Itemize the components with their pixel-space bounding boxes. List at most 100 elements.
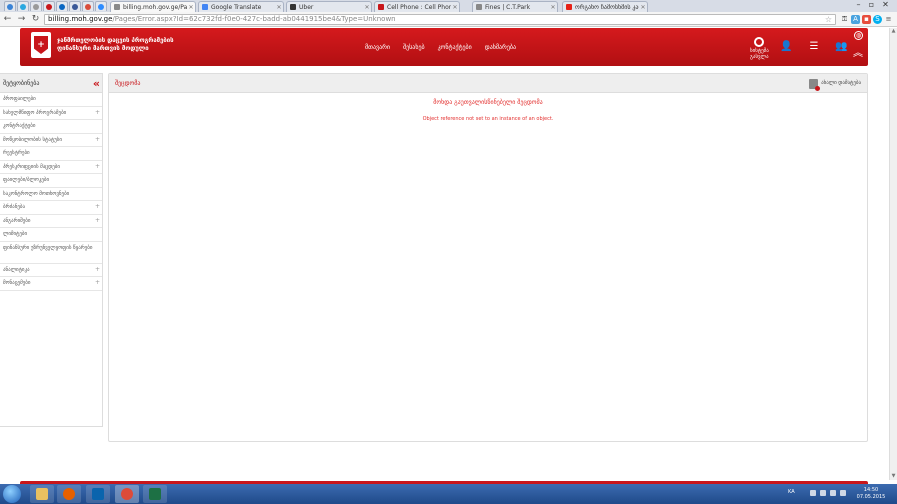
site-header: + ჯანმრთელობის დაცვის პროგრამების ფინანს… [20, 28, 868, 66]
sidebar-item-contracts[interactable]: კონტრაქტები [0, 120, 102, 134]
nav-contacts[interactable]: კონტაქტები [438, 44, 472, 51]
tab-billing[interactable]: billing.moh.gov.ge/Pages/ ✕ [110, 1, 196, 12]
outlook-icon [92, 488, 104, 500]
sidebar-item-prescriptions[interactable]: პრესკრიფციის მაცდები + [0, 161, 102, 174]
tab-uber[interactable]: Uber ✕ [286, 1, 372, 12]
page-scrollbar[interactable]: ▲ ▼ [889, 28, 897, 480]
user-list-icon[interactable]: ☰ [808, 41, 820, 53]
sidebar-item-profiles[interactable]: პროფაილები [0, 93, 102, 107]
close-tab-icon[interactable]: ✕ [363, 4, 371, 11]
expand-icon[interactable]: + [95, 277, 100, 290]
expand-icon[interactable]: + [95, 134, 100, 147]
close-tab-icon[interactable]: ✕ [187, 4, 195, 11]
sidebar-item-label: პრესკრიფციის მაცდები [3, 163, 60, 170]
pinned-tab-8[interactable] [95, 1, 107, 11]
pinned-tab-2[interactable] [17, 1, 29, 11]
google-translate-icon [202, 4, 208, 10]
pinned-tab-3[interactable] [30, 1, 42, 11]
expand-icon[interactable]: + [95, 107, 100, 120]
close-tab-icon[interactable]: ✕ [639, 4, 647, 11]
pinned-tab-icon [72, 3, 78, 10]
reload-icon[interactable]: ↻ [30, 14, 41, 25]
panel-title: შეცდომა [115, 80, 141, 87]
sidebar-item-label: რეესტრები [3, 150, 30, 156]
sidebar-item-data[interactable]: მონაცემები + [0, 277, 102, 291]
sidebar-item-state-programs[interactable]: სახელმწიფო პროგრამები + [0, 107, 102, 120]
expand-icon[interactable]: + [95, 201, 100, 214]
clock-date: 07.05.2015 [856, 494, 886, 500]
address-bar[interactable]: billing.moh.gov.ge/Pages/Error.aspx?Id=6… [44, 14, 836, 25]
sidebar-item-analytics[interactable]: ანალიტიკა + [0, 264, 102, 277]
pinned-tab-7[interactable] [82, 1, 94, 11]
sidebar-item-reports[interactable]: ანგარიშები + [0, 215, 102, 228]
tab-cell-phone[interactable]: Cell Phone : Cell Phones ✕ [374, 1, 460, 12]
tab-title: Cell Phone : Cell Phones [387, 3, 451, 11]
system-clock[interactable]: 14:50 07.05.2015 [855, 487, 887, 501]
sidebar-item-registries[interactable]: რეესტრები [0, 147, 102, 161]
scroll-down-icon[interactable]: ▼ [890, 473, 897, 480]
sidebar-item-label: სახელმწიფო პროგრამები [3, 109, 67, 116]
sidebar-item-label: კონტრაქტები [3, 123, 36, 129]
url-host: billing.moh.gov.ge [48, 15, 113, 23]
sidebar-item-limits[interactable]: ლიმიტები [0, 228, 102, 242]
collapse-sidebar-icon[interactable]: « [93, 74, 100, 93]
scroll-up-icon[interactable]: ▲ [890, 28, 897, 35]
taskbar-app-excel[interactable] [143, 485, 167, 503]
network-icon[interactable] [830, 490, 836, 496]
tab-youtube[interactable]: ორგანო ჩამოსხმის კარეო ✕ [562, 1, 648, 12]
sidebar-item-control-requests[interactable]: საკონტროლო მოთხოვნები [0, 188, 102, 201]
close-tab-icon[interactable]: ✕ [451, 4, 459, 11]
skype-icon[interactable]: S [873, 15, 882, 24]
ministry-logo[interactable]: + [31, 32, 51, 58]
tab-google-translate[interactable]: Google Translate ✕ [198, 1, 284, 12]
expand-icon[interactable]: + [95, 161, 100, 174]
tab-fines[interactable]: Fines | C.T.Park ✕ [472, 1, 558, 12]
pinned-tab-1[interactable] [4, 1, 16, 11]
volume-icon[interactable] [840, 490, 846, 496]
tray-expand-icon[interactable] [810, 490, 816, 496]
sidebar-item-label: პროფაილები [3, 96, 36, 102]
pinned-tab-5[interactable] [56, 1, 68, 11]
menu-icon[interactable]: ≡ [884, 15, 893, 24]
language-globe-icon[interactable]: ◍ [854, 31, 863, 40]
pinned-tab-6[interactable] [69, 1, 81, 11]
back-icon[interactable]: ← [2, 14, 13, 25]
sidebar-item-device-status[interactable]: მოწყობილობის სტატუსი + [0, 134, 102, 147]
taskbar-app-outlook[interactable] [86, 485, 110, 503]
folder-icon [36, 488, 48, 500]
collapse-header-icon[interactable]: ︽ [853, 49, 863, 59]
sidebar-item-label: ლიმიტები [3, 231, 28, 237]
start-button-icon[interactable] [3, 485, 21, 503]
tray-app-icon[interactable] [820, 490, 826, 496]
close-window-icon[interactable]: ✕ [880, 1, 891, 9]
add-new-button[interactable]: ახალი დამატება [809, 74, 861, 93]
input-language[interactable]: KA [788, 489, 795, 495]
sidebar-item-label: მონაცემები [3, 280, 31, 286]
restore-window-icon[interactable]: ▫ [866, 1, 877, 9]
taskbar-app-chrome[interactable] [115, 485, 139, 503]
extension-translate-icon[interactable]: A [851, 15, 860, 24]
user-menu[interactable]: სისტემა გასვლა [750, 37, 769, 60]
taskbar-app-firefox[interactable] [57, 485, 81, 503]
minimize-window-icon[interactable]: – [853, 1, 864, 9]
close-tab-icon[interactable]: ✕ [549, 4, 557, 11]
extension-key-icon[interactable]: ⚿ [840, 15, 849, 24]
bookmark-star-icon[interactable]: ☆ [825, 15, 832, 24]
sidebar-title: შეტყობინება [3, 80, 40, 87]
sidebar-item-funding-sources[interactable]: ფინანსური უზრუნველყოფის წყარები [0, 242, 102, 264]
taskbar-app-explorer[interactable] [30, 485, 54, 503]
forward-icon[interactable]: → [16, 14, 27, 25]
panel-header: შეცდომა ახალი დამატება [109, 74, 867, 93]
pinned-tab-4[interactable] [43, 1, 55, 11]
user-icon[interactable]: 👤 [780, 41, 792, 53]
nav-help[interactable]: დახმარება [485, 44, 516, 51]
users-icon[interactable]: 👥 [835, 41, 847, 53]
sidebar-item-orders[interactable]: ბრძანება + [0, 201, 102, 215]
nav-about[interactable]: შესახებ [403, 44, 425, 51]
sidebar-item-files[interactable]: ფაილები/ბლოკები [0, 174, 102, 188]
expand-icon[interactable]: + [95, 264, 100, 277]
close-tab-icon[interactable]: ✕ [275, 4, 283, 11]
extension-red-icon[interactable]: ▪ [862, 15, 871, 24]
expand-icon[interactable]: + [95, 215, 100, 228]
nav-home[interactable]: მთავარი [365, 44, 390, 51]
